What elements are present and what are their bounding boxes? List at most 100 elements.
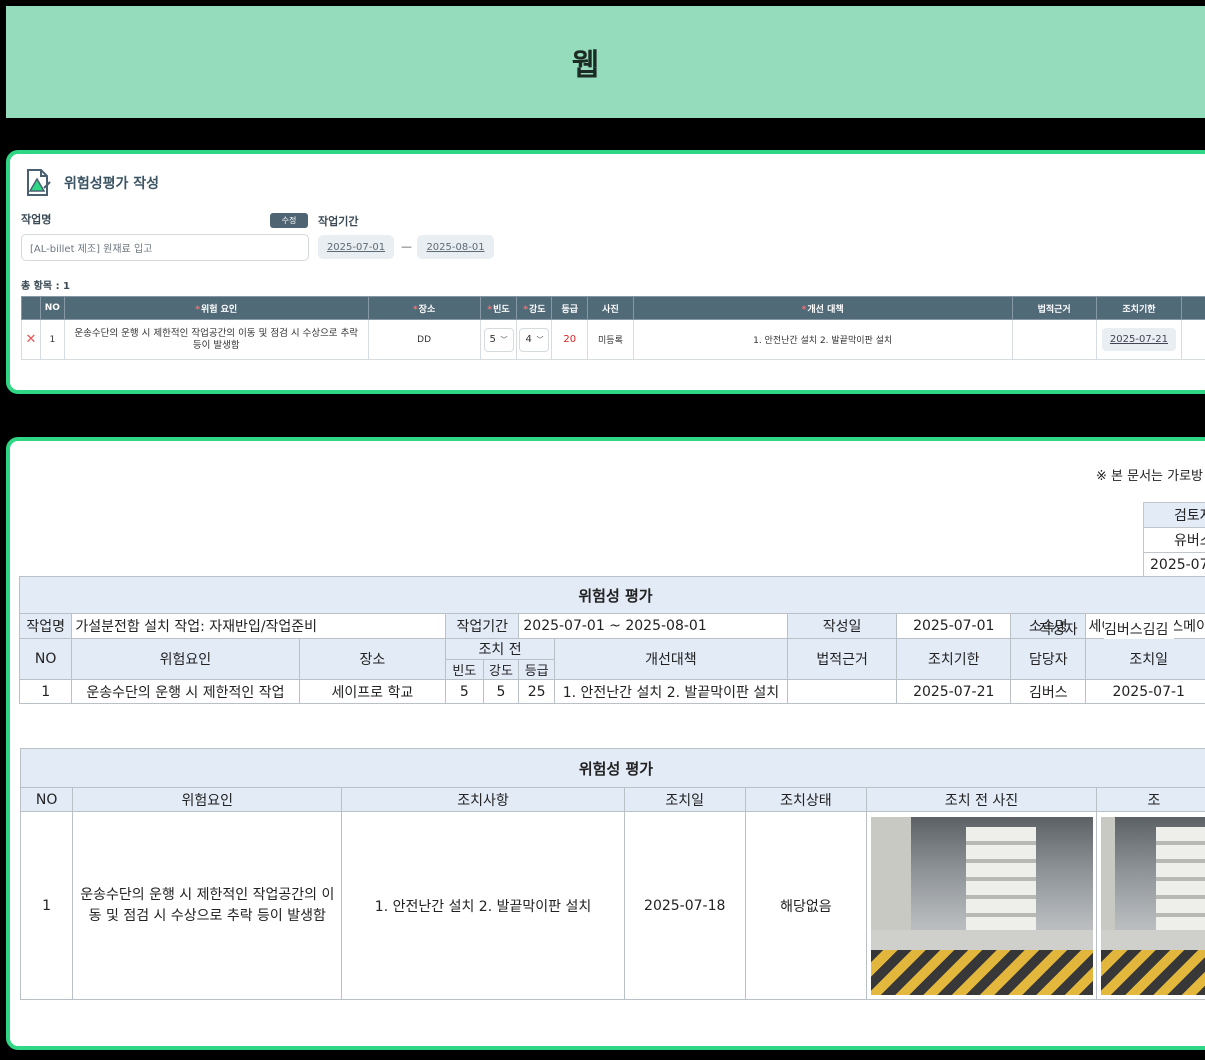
col-action-date: 조치일 [623, 787, 746, 812]
row-freq: 5 [445, 679, 484, 704]
col-measure: *개선 대책 [632, 296, 1013, 320]
written-date-label: 작성일 [786, 613, 898, 639]
col-hazard: 위험요인 [71, 638, 300, 680]
col-grade: 등급 [551, 296, 589, 320]
col-law: 법적근거 [786, 638, 898, 680]
approval-date: 2025-07 [1143, 552, 1205, 578]
chevron-down-icon: ﹀ [536, 335, 544, 344]
row-deadline: 2025-07-21 [896, 679, 1012, 704]
row-hazard: 운송수단의 운행 시 제한적인 작업 [71, 679, 300, 704]
info-row: 작업명 가설분전함 설치 작업: 자재반입/작업준비 작업기간 2025-07-… [18, 613, 1205, 639]
photo-after-cell [1095, 811, 1205, 1000]
task-name-value: 가설분전함 설치 작업: 자재반입/작업준비 [71, 613, 447, 639]
row-severity: 5 [482, 679, 520, 704]
edit-button[interactable]: 수정 [270, 213, 308, 228]
freq-cell: 5 ﹀ [479, 319, 518, 360]
extra-cell [1181, 319, 1205, 360]
col-no: NO [18, 638, 73, 680]
risk-assessment-form-card: 위험성평가 작성 작업명 수정 작업기간 [AL-billet 제조] 원재료 … [6, 150, 1205, 394]
row-measure: 1. 안전난간 설치 2. 발끝막이판 설치 [553, 679, 788, 704]
before-photo[interactable] [870, 816, 1093, 995]
written-date-value: 2025-07-01 [896, 613, 1012, 639]
row-no: 1 [18, 679, 73, 704]
table-row: 1 운송수단의 운행 시 제한적인 작업공간의 이동 및 점검 시 수상으로 추… [19, 811, 1205, 1000]
place-cell[interactable]: DD [367, 319, 481, 360]
col-hazard: 위험요인 [72, 787, 343, 812]
author-label: 작성자 [1039, 622, 1078, 638]
assessment-summary-table: 위험성 평가 작업명 가설분전함 설치 작업: 자재반입/작업준비 작업기간 2… [18, 576, 1205, 704]
total-count: 총 항목 : 1 [21, 281, 71, 292]
col-action: 조치사항 [341, 787, 625, 812]
col-place: *장소 [367, 296, 481, 320]
hazard-input-table: NO *위험 요인 *장소 *빈도 *강도 등급 사진 *개선 대책 법적근거 … [21, 296, 1205, 360]
col-status: 조치상태 [744, 787, 868, 812]
task-label: 작업명 [21, 213, 52, 226]
document-warning-icon [27, 169, 51, 196]
approval-box: 검토자 유버스 2025-07 [1143, 502, 1205, 578]
start-date-picker[interactable]: 2025-07-01 [318, 235, 394, 259]
col-freq: 빈도 [445, 659, 484, 680]
col-photo-after: 조 [1095, 787, 1205, 812]
col-no: NO [19, 787, 74, 812]
select-header [21, 296, 41, 320]
row-law [786, 679, 898, 704]
approval-header: 검토자 [1143, 502, 1205, 528]
header-row: NO *위험 요인 *장소 *빈도 *강도 등급 사진 *개선 대책 법적근거 … [21, 296, 1205, 320]
hazard-cell[interactable]: 운송수단의 운행 시 제한적인 작업공간의 이동 및 점검 시 수상으로 추락 … [63, 319, 369, 360]
col-no: NO [39, 296, 65, 320]
end-date-picker[interactable]: 2025-08-01 [417, 235, 494, 259]
approval-name: 유버스 [1143, 527, 1205, 553]
after-photo[interactable] [1100, 816, 1205, 995]
chevron-down-icon: ﹀ [500, 335, 508, 344]
deadline-cell: 2025-07-21 [1095, 319, 1183, 360]
row-status: 해당없음 [744, 811, 868, 1000]
task-name-label: 작업명 [18, 613, 73, 639]
top-banner: 웹 [6, 6, 1205, 118]
column-header-row: NO 위험요인 장소 조치 전 개선대책 법적근거 조치기한 담당자 조치일 [18, 638, 1205, 680]
summary-title: 위험성 평가 [19, 576, 1205, 614]
date-separator: — [401, 240, 412, 253]
law-cell[interactable] [1011, 319, 1097, 360]
period-value: 2025-07-01 ~ 2025-08-01 [518, 613, 788, 639]
col-deadline: 조치기한 [896, 638, 1012, 680]
form-title: 위험성평가 작성 [64, 176, 160, 192]
col-deadline: 조치기한 [1095, 296, 1183, 320]
row-place: 세이프로 학교 [298, 679, 447, 704]
col-before: 조치 전 [445, 638, 555, 660]
measure-cell[interactable]: 1. 안전난간 설치 2. 발끝막이판 설치 [632, 319, 1013, 360]
col-law: 법적근거 [1011, 296, 1097, 320]
document-preview-card: ※ 본 문서는 가로방 검토자 유버스 2025-07 위험성 평가 작업명 가… [6, 437, 1205, 1050]
row-action: 1. 안전난간 설치 2. 발끝막이판 설치 [341, 811, 625, 1000]
row-no: 1 [19, 811, 74, 1000]
delete-row-button[interactable]: ✕ [21, 319, 41, 360]
table-row: 1 운송수단의 운행 시 제한적인 작업 세이프로 학교 5 5 25 1. 안… [18, 679, 1205, 704]
col-grade: 등급 [518, 659, 555, 680]
author-value: 김버스김김 [1104, 619, 1175, 639]
grade-cell: 20 [551, 319, 589, 360]
col-action-date: 조치일 [1085, 638, 1205, 680]
freq-select[interactable]: 5 ﹀ [483, 327, 514, 352]
col-extra [1181, 296, 1205, 320]
table-row: ✕ 1 운송수단의 운행 시 제한적인 작업공간의 이동 및 점검 시 수상으로… [21, 319, 1205, 360]
close-icon[interactable]: ✕ [26, 332, 37, 347]
task-name-input[interactable]: [AL-billet 제조] 원재료 입고 [21, 234, 309, 261]
form-header: 위험성평가 작성 [24, 168, 159, 198]
photo-cell[interactable]: 미등록 [587, 319, 634, 360]
column-header-row: NO 위험요인 조치사항 조치일 조치상태 조치 전 사진 조 [19, 787, 1205, 812]
row-action-date: 2025-07-18 [623, 811, 746, 1000]
action-table-title: 위험성 평가 [20, 748, 1205, 788]
col-severity: *강도 [516, 296, 553, 320]
row-hazard: 운송수단의 운행 시 제한적인 작업공간의 이동 및 점검 시 수상으로 추락 … [72, 811, 343, 1000]
orientation-note: ※ 본 문서는 가로방 [1096, 469, 1204, 484]
severity-select[interactable]: 4 ﹀ [519, 327, 550, 352]
action-record-table: 위험성 평가 NO 위험요인 조치사항 조치일 조치상태 조치 전 사진 조 1… [19, 748, 1205, 1000]
col-photo: 사진 [587, 296, 634, 320]
deadline-date-picker[interactable]: 2025-07-21 [1101, 328, 1177, 351]
row-grade: 25 [518, 679, 555, 704]
col-measure: 개선대책 [553, 638, 788, 680]
banner-title: 웹 [571, 48, 600, 83]
col-place: 장소 [298, 638, 447, 680]
col-hazard: *위험 요인 [63, 296, 369, 320]
col-photo-before: 조치 전 사진 [866, 787, 1097, 812]
period-label: 작업기간 [318, 215, 359, 228]
